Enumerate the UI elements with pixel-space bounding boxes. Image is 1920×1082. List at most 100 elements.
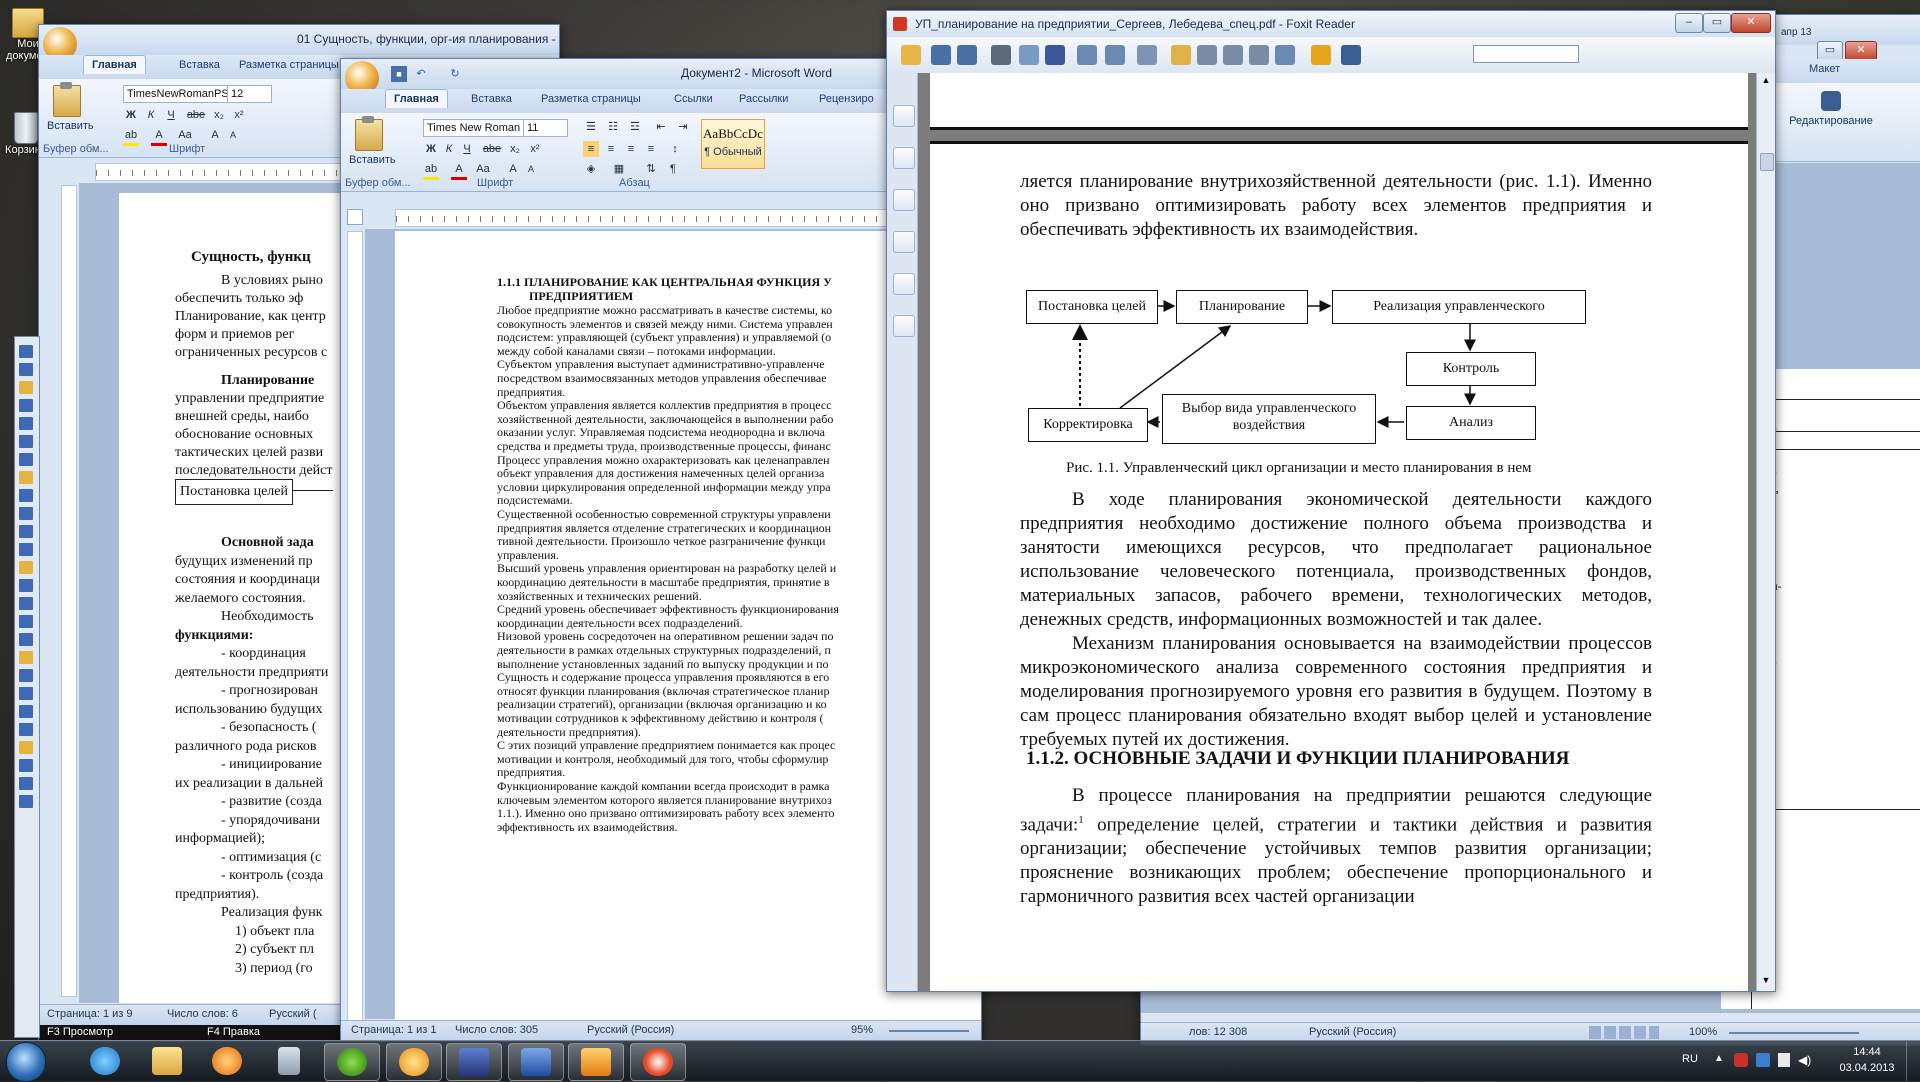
font-name-select[interactable]: TimesNewRomanPSM <box>123 85 228 103</box>
borders-icon[interactable]: ▦ <box>611 161 627 177</box>
paste-button[interactable]: Вставить <box>349 116 396 166</box>
pages-icon[interactable] <box>1137 45 1157 65</box>
file-icon[interactable] <box>19 723 33 736</box>
file-icon[interactable] <box>19 381 33 394</box>
bookmarks-panel-button[interactable] <box>893 147 915 169</box>
shrink-font-icon[interactable]: A <box>523 161 539 177</box>
ruler-toggle[interactable] <box>347 209 363 225</box>
file-icon[interactable] <box>19 633 33 646</box>
hand-tool-icon[interactable] <box>1171 45 1191 65</box>
tab-page-layout[interactable]: Разметка страницы <box>239 59 339 71</box>
comment-icon[interactable] <box>1311 45 1331 65</box>
language[interactable]: Русский (Россия) <box>587 1024 674 1036</box>
language[interactable]: Русский ( <box>269 1008 317 1020</box>
tab-mailings[interactable]: Рассылки <box>739 93 788 105</box>
font-size-select[interactable]: 12 <box>227 85 272 103</box>
file-icon[interactable] <box>19 417 33 430</box>
language[interactable]: Русский (Россия) <box>1309 1026 1396 1038</box>
save-icon[interactable]: ■ <box>391 66 407 82</box>
vertical-ruler[interactable] <box>61 185 77 997</box>
zoom-slider[interactable] <box>1729 1032 1859 1034</box>
tab-references[interactable]: Ссылки <box>674 93 713 105</box>
title-bar[interactable]: УП_планирование на предприятии_Сергеев, … <box>887 11 1775 37</box>
minimize-button[interactable]: – <box>1675 13 1703 33</box>
tray-antivirus-icon[interactable] <box>1734 1053 1748 1067</box>
numbering-icon[interactable]: ☷ <box>605 119 621 135</box>
save-icon[interactable] <box>931 45 951 65</box>
file-icon[interactable] <box>19 741 33 754</box>
zoom-level[interactable]: 100% <box>1689 1026 1717 1038</box>
file-icon[interactable] <box>19 471 33 484</box>
undo-icon[interactable]: ↶ <box>413 66 429 82</box>
word-count[interactable]: Число слов: 6 <box>167 1008 238 1020</box>
multilevel-icon[interactable]: ☲ <box>627 119 643 135</box>
taskbar-app[interactable] <box>568 1043 624 1081</box>
shrink-font-icon[interactable]: A <box>225 127 241 143</box>
editing-button[interactable]: Редактирование <box>1781 91 1881 127</box>
f4-edit[interactable]: F4 Правка <box>207 1026 260 1038</box>
bold-icon[interactable]: Ж <box>123 107 139 123</box>
font-size-select[interactable]: 11 <box>523 119 568 137</box>
taskbar-mail-agent[interactable] <box>386 1043 442 1081</box>
file-icon[interactable] <box>19 705 33 718</box>
taskbar-file-manager[interactable] <box>446 1043 502 1081</box>
paste-button[interactable]: Вставить <box>47 82 94 132</box>
title-bar[interactable]: 01 Сущность, функции, орг-ия планировани… <box>39 25 559 61</box>
zoom-level[interactable]: 95% <box>851 1024 873 1036</box>
view-buttons[interactable] <box>1589 1026 1659 1039</box>
underline-icon[interactable]: Ч <box>459 141 475 157</box>
page-count[interactable]: Страница: 1 из 9 <box>47 1008 133 1020</box>
taskbar-explorer[interactable] <box>140 1043 194 1079</box>
bullets-icon[interactable]: ☰ <box>583 119 599 135</box>
print-icon[interactable] <box>991 45 1011 65</box>
file-icon[interactable] <box>19 363 33 376</box>
word-count[interactable]: Число слов: 305 <box>455 1024 538 1036</box>
file-icon[interactable] <box>19 561 33 574</box>
justify-icon[interactable]: ≡ <box>643 141 659 157</box>
scroll-down-icon[interactable]: ▼ <box>1759 975 1773 989</box>
underline-icon[interactable]: Ч <box>163 107 179 123</box>
font-color-icon[interactable]: A <box>151 127 167 146</box>
italic-icon[interactable]: К <box>441 141 457 157</box>
subscript-icon[interactable]: x₂ <box>211 107 227 123</box>
close-button[interactable]: ✕ <box>1731 13 1771 33</box>
grow-font-icon[interactable]: A <box>207 127 223 143</box>
scroll-thumb[interactable] <box>1760 153 1774 171</box>
tray-network-icon[interactable] <box>1756 1053 1770 1067</box>
pilcrow-icon[interactable]: ¶ <box>665 161 681 177</box>
text-select-icon[interactable] <box>1223 45 1243 65</box>
italic-icon[interactable]: К <box>143 107 159 123</box>
foxit-reader-window[interactable]: УП_планирование на предприятии_Сергеев, … <box>886 10 1776 992</box>
select-tool-icon[interactable] <box>1197 45 1217 65</box>
typewriter-icon[interactable] <box>1105 45 1125 65</box>
style-normal[interactable]: AaBbCcDc ¶ Обычный <box>701 119 765 169</box>
taskbar-media-player[interactable] <box>200 1043 254 1079</box>
file-icon[interactable] <box>19 507 33 520</box>
tab-page-layout[interactable]: Разметка страницы <box>541 93 641 105</box>
vertical-scrollbar[interactable]: ▲ ▼ <box>1756 73 1775 991</box>
file-icon[interactable] <box>19 489 33 502</box>
file-icon[interactable] <box>19 795 33 808</box>
attachments-panel-button[interactable] <box>893 273 915 295</box>
file-icon[interactable] <box>19 345 33 358</box>
tray-volume-icon[interactable]: ◀) <box>1798 1053 1811 1067</box>
snapshot-icon[interactable] <box>1077 45 1097 65</box>
taskbar-word[interactable] <box>508 1043 564 1081</box>
file-icon[interactable] <box>19 453 33 466</box>
font-name-select[interactable]: Times New Roman <box>423 119 524 137</box>
open-icon[interactable] <box>901 45 921 65</box>
superscript-icon[interactable]: x² <box>231 107 247 123</box>
search-input[interactable] <box>1473 45 1579 63</box>
highlight-icon[interactable]: ab <box>123 127 139 146</box>
signature-panel-button[interactable] <box>893 315 915 337</box>
close-button[interactable]: ✕ <box>1845 41 1877 61</box>
tab-layout[interactable]: Макет <box>1809 63 1840 75</box>
tray-expand-icon[interactable]: ▲ <box>1714 1053 1724 1064</box>
clock[interactable]: 14:44 03.04.2013 <box>1832 1044 1902 1076</box>
strike-icon[interactable]: abe <box>185 107 207 123</box>
tray-flag-icon[interactable] <box>1778 1053 1790 1067</box>
taskbar-utorrent[interactable] <box>324 1043 380 1081</box>
strike-icon[interactable]: abe <box>481 141 503 157</box>
tab-insert[interactable]: Вставка <box>471 93 512 105</box>
file-icon[interactable] <box>19 435 33 448</box>
